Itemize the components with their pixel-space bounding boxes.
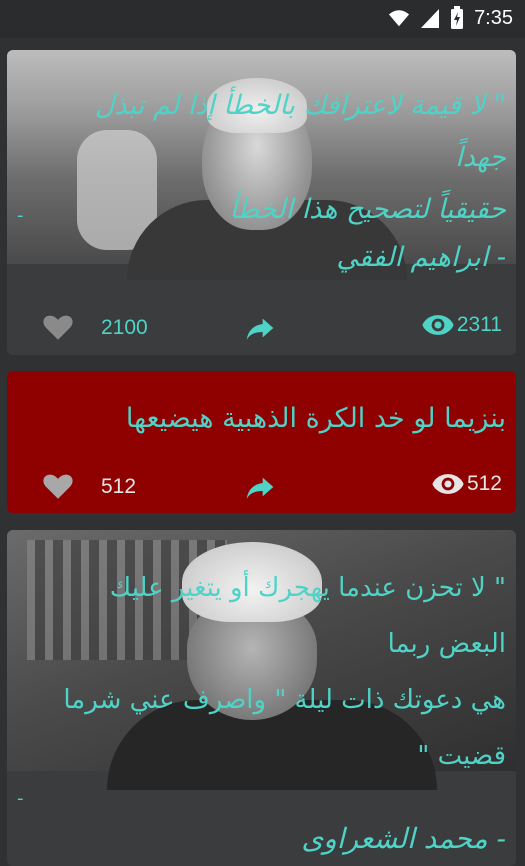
action-bar: 2100 2311 [7,308,516,348]
status-icons: 7:35 [388,6,513,30]
views: 2311 [421,312,502,338]
share-icon[interactable] [243,471,277,503]
quote-card[interactable]: " لا تحزن عندما يهجرك أو يتغير عليك البع… [7,530,516,866]
quote-author: - ابراهيم الفقي [336,242,506,273]
heart-icon[interactable] [41,310,75,344]
quote-author: - محمد الشعراوى [301,822,506,855]
views: 512 [431,471,502,497]
status-time: 7:35 [474,6,513,29]
quote-line: حقيقياً لتصحيح هذا الخطأ [229,194,506,225]
separator-dash: - [17,205,24,226]
views-count: 2311 [456,313,502,336]
battery-charging-icon [451,6,464,29]
quote-line: قضيت " [417,741,506,771]
wifi-icon [388,10,410,27]
likes-count: 512 [101,475,137,498]
likes-count: 2100 [101,316,148,339]
separator-dash: - [17,788,24,809]
heart-icon[interactable] [41,469,75,503]
quote-line: هي دعوتك ذات ليلة " واصرف عني شرما [63,685,506,715]
quote-card[interactable]: " لا قيمة لاعترافك بالخطأ إذا لم تبذل جه… [7,50,516,355]
status-bar: 7:35 [0,0,525,38]
quote-line: بنزيما لو خد الكرة الذهبية هيضيعها [125,403,506,434]
eye-icon [432,474,464,494]
views-count: 512 [466,472,502,495]
quote-line: " لا قيمة لاعترافك بالخطأ إذا لم تبذل جه… [94,90,506,173]
quote-card[interactable]: بنزيما لو خد الكرة الذهبية هيضيعها 512 5… [7,371,516,513]
quote-text: بنزيما لو خد الكرة الذهبية هيضيعها [16,399,506,439]
quote-text: " لا تحزن عندما يهجرك أو يتغير عليك البع… [16,560,506,784]
quote-line: البعض ربما [387,629,506,659]
share-icon[interactable] [243,312,277,344]
cellular-signal-icon [421,9,440,28]
action-bar: 512 512 [7,467,516,507]
eye-icon [422,315,454,335]
quote-text: " لا قيمة لاعترافك بالخطأ إذا لم تبذل جه… [86,80,506,236]
quote-line: " لا تحزن عندما يهجرك أو يتغير عليك [109,573,506,603]
